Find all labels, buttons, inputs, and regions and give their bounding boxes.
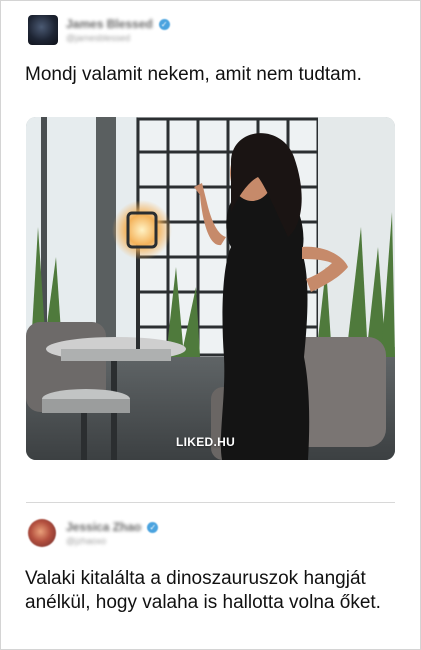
author-row: Jessica Zhao ✓ <box>66 520 159 534</box>
avatar[interactable] <box>28 15 58 45</box>
verified-badge-icon: ✓ <box>158 18 170 30</box>
author-handle[interactable]: @jzhaoxo <box>66 536 106 546</box>
tweet-text: Mondj valamit nekem, amit nem tudtam. <box>25 64 362 85</box>
author-name[interactable]: James Blessed <box>66 17 153 31</box>
author-row: James Blessed ✓ <box>66 17 170 31</box>
avatar[interactable] <box>28 519 56 547</box>
photo-watermark: LIKED.HU <box>176 435 236 449</box>
tweet-divider <box>26 502 395 503</box>
author-name[interactable]: Jessica Zhao <box>66 520 141 534</box>
tweet-photo[interactable]: LIKED.HU <box>26 117 395 460</box>
verified-badge-icon: ✓ <box>147 521 159 533</box>
tweet-text: Valaki kitalálta a dinoszauruszok hangjá… <box>25 568 381 613</box>
author-handle[interactable]: @jamesblessed <box>66 33 130 43</box>
photo-illustration <box>26 117 395 460</box>
